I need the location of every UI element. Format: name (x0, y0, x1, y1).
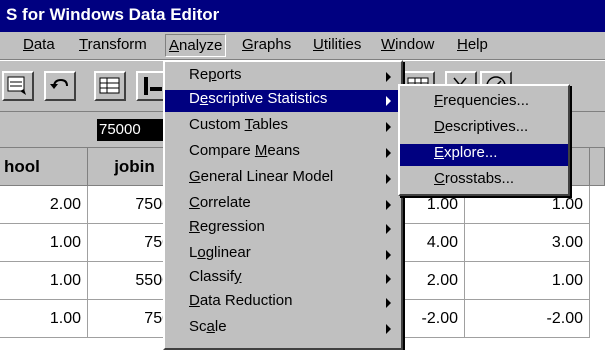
menu-transform[interactable]: Transform (79, 36, 147, 53)
submenu-arrow-icon (386, 274, 391, 284)
menu-item-general-linear-model[interactable]: General Linear Model (165, 168, 401, 190)
goto-case-icon[interactable] (2, 71, 34, 101)
submenu-arrow-icon (386, 148, 391, 158)
menu-help[interactable]: Help (457, 36, 488, 53)
menu-item-classify[interactable]: Classify (165, 268, 401, 290)
grid-cell[interactable]: 1.00 (0, 300, 88, 338)
menu-item-custom-tables[interactable]: Custom Tables (165, 116, 401, 138)
grid-cell[interactable]: -2.00 (403, 300, 465, 338)
window-title: S for Windows Data Editor (6, 5, 220, 24)
grid-cell[interactable]: 2.00 (403, 262, 465, 300)
submenu-arrow-icon (386, 324, 391, 334)
submenu-arrow-icon (386, 72, 391, 82)
submenu-arrow-icon (386, 96, 391, 106)
menu-item-crosstabs[interactable]: Crosstabs... (400, 170, 568, 192)
grid-icon[interactable] (94, 71, 126, 101)
submenu-arrow-icon (386, 224, 391, 234)
grid-cell[interactable]: -2.00 (465, 300, 590, 338)
column-header (590, 148, 605, 186)
menu-analyze[interactable]: Analyze (165, 34, 227, 57)
menu-graphs[interactable]: Graphs (242, 36, 291, 53)
submenu-arrow-icon (386, 298, 391, 308)
grid-cell[interactable]: 3.00 (465, 224, 590, 262)
descriptive-statistics-submenu: Frequencies... Descriptives... Explore..… (398, 84, 570, 196)
menu-utilities[interactable]: Utilities (313, 36, 361, 53)
submenu-arrow-icon (386, 200, 391, 210)
menu-item-scale[interactable]: Scale (165, 318, 401, 340)
grid-cell[interactable]: 1.00 (465, 262, 590, 300)
submenu-arrow-icon (386, 122, 391, 132)
menu-item-descriptive-statistics[interactable]: Descriptive Statistics (165, 90, 401, 112)
submenu-arrow-icon (386, 174, 391, 184)
menu-data[interactable]: Data (23, 36, 55, 53)
menu-item-descriptives[interactable]: Descriptives... (400, 118, 568, 140)
menu-item-explore[interactable]: Explore... (400, 144, 568, 166)
grid-cell[interactable]: 2.00 (0, 186, 88, 224)
menu-item-frequencies[interactable]: Frequencies... (400, 92, 568, 114)
submenu-arrow-icon (386, 250, 391, 260)
menu-item-data-reduction[interactable]: Data Reduction (165, 292, 401, 314)
undo-icon[interactable] (44, 71, 76, 101)
grid-cell[interactable]: 1.00 (0, 262, 88, 300)
menu-window[interactable]: Window (381, 36, 434, 53)
analyze-menu: Reports Descriptive Statistics Custom Ta… (163, 60, 403, 350)
column-header[interactable]: hool (0, 148, 88, 186)
menu-bar: Data Transform Analyze Graphs Utilities … (0, 32, 605, 60)
menu-item-correlate[interactable]: Correlate (165, 194, 401, 216)
menu-item-loglinear[interactable]: Loglinear (165, 244, 401, 266)
menu-item-compare-means[interactable]: Compare Means (165, 142, 401, 164)
menu-item-regression[interactable]: Regression (165, 218, 401, 240)
menu-item-reports[interactable]: Reports (165, 66, 401, 88)
grid-cell[interactable]: 1.00 (0, 224, 88, 262)
title-bar: S for Windows Data Editor (0, 0, 605, 32)
grid-cell[interactable]: 4.00 (403, 224, 465, 262)
cell-value-input[interactable]: 75000 (97, 119, 167, 141)
